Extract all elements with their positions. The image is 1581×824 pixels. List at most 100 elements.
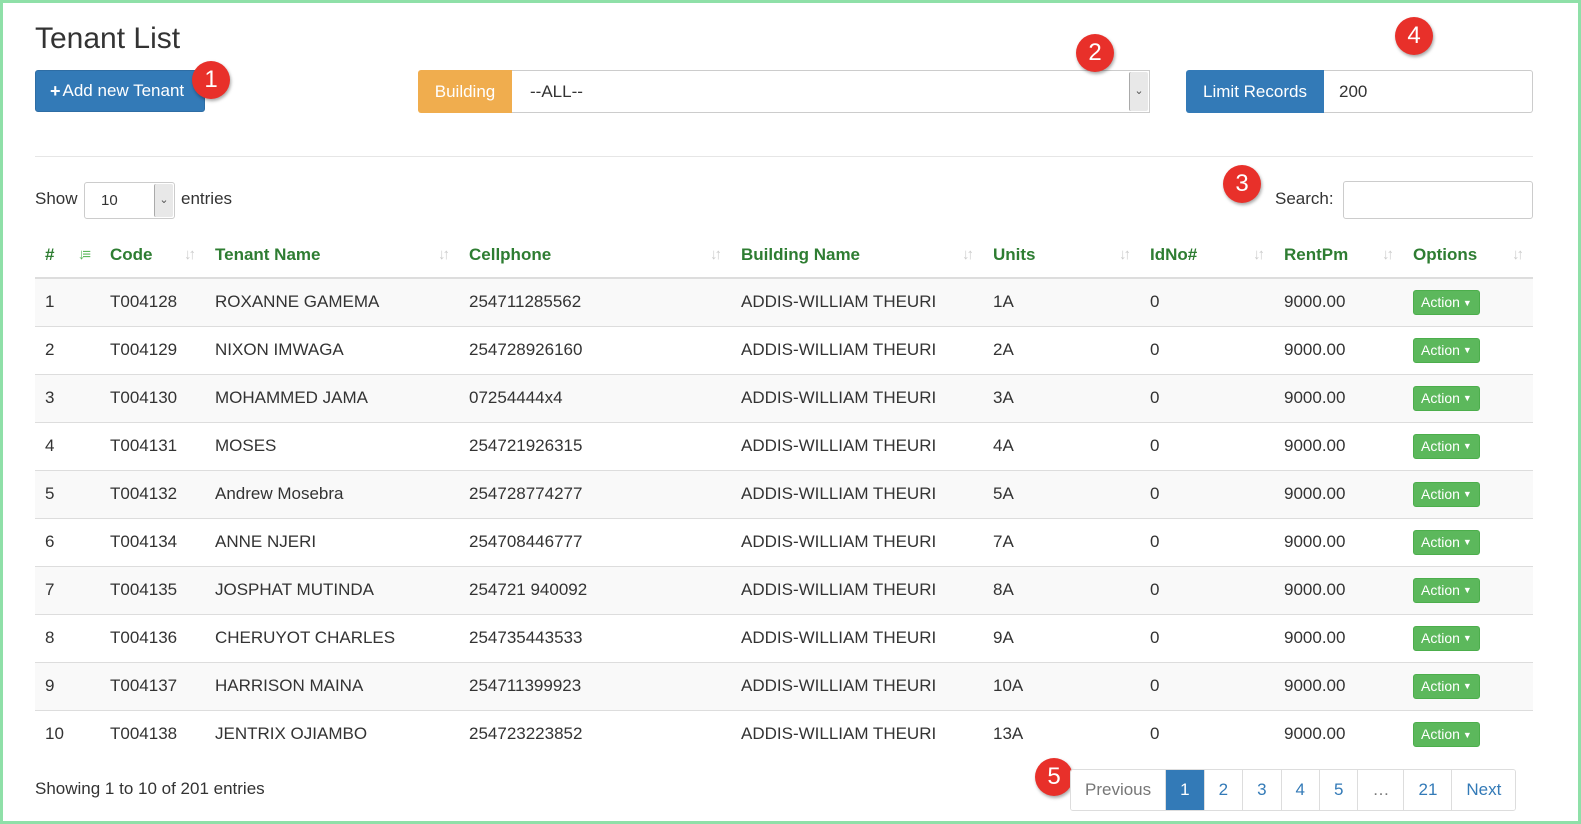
action-dropdown-button[interactable]: Action ▼ <box>1413 673 1480 699</box>
cell-number: 1 <box>35 277 100 326</box>
sort-icon: ↓↑ <box>710 246 722 263</box>
cell-number: 2 <box>35 325 100 374</box>
action-dropdown-button[interactable]: Action ▼ <box>1413 433 1480 459</box>
building-filter: Building --ALL-- ⌄ <box>418 70 1150 113</box>
add-tenant-button[interactable]: + Add new Tenant <box>35 70 205 112</box>
action-label: Action <box>1421 677 1460 694</box>
pagination-previous[interactable]: Previous <box>1071 770 1166 810</box>
chevron-down-icon[interactable]: ⌄ <box>154 184 173 217</box>
cell-options: Action ▼ <box>1403 709 1533 758</box>
cell-number: 3 <box>35 373 100 422</box>
column-header-idno[interactable]: IdNo# ↓↑ <box>1140 232 1274 279</box>
cell-options: Action ▼ <box>1403 421 1533 470</box>
cell-tenant-name: JOSPHAT MUTINDA <box>205 565 459 614</box>
column-header-cellphone[interactable]: Cellphone ↓↑ <box>459 232 731 279</box>
chevron-down-icon[interactable]: ⌄ <box>1129 72 1148 111</box>
cell-cellphone: 254728926160 <box>459 325 731 374</box>
cell-cellphone: 254721926315 <box>459 421 731 470</box>
cell-rentpm: 9000.00 <box>1274 613 1403 662</box>
pagination-page-1[interactable]: 1 <box>1165 770 1204 810</box>
column-header-number[interactable]: # ↓≡ <box>35 232 100 279</box>
table-row: 2 T004129 NIXON IMWAGA 254728926160 ADDIS-WI… <box>35 325 1533 374</box>
cell-code: T004135 <box>100 565 205 614</box>
cell-rentpm: 9000.00 <box>1274 373 1403 422</box>
action-dropdown-button[interactable]: Action ▼ <box>1413 481 1480 507</box>
action-label: Action <box>1421 389 1460 406</box>
column-header-building-name[interactable]: Building Name ↓↑ <box>731 232 983 279</box>
table-row: 4 T004131 MOSES 254721926315 ADDIS-WILLIAM T… <box>35 421 1533 470</box>
action-dropdown-button[interactable]: Action ▼ <box>1413 289 1480 315</box>
action-label: Action <box>1421 533 1460 550</box>
pagination-page-3[interactable]: 3 <box>1242 770 1281 810</box>
cell-tenant-name: Andrew Mosebra <box>205 469 459 518</box>
cell-tenant-name: ANNE NJERI <box>205 517 459 566</box>
entries-label: entries <box>181 189 233 208</box>
table-row: 6 T004134 ANNE NJERI 254708446777 ADDIS-WILL… <box>35 517 1533 566</box>
cell-rentpm: 9000.00 <box>1274 517 1403 566</box>
pagination-next[interactable]: Next <box>1451 770 1516 810</box>
action-dropdown-button[interactable]: Action ▼ <box>1413 385 1480 411</box>
sort-icon: ↓↑ <box>962 246 974 263</box>
pagination-ellipsis: … <box>1357 770 1404 810</box>
pagination-page-4[interactable]: 4 <box>1280 770 1320 810</box>
sort-asc-icon: ↓≡ <box>77 246 91 263</box>
cell-number: 5 <box>35 469 100 518</box>
cell-units: 8A <box>983 565 1140 614</box>
column-header-options[interactable]: Options ↓↑ <box>1403 232 1533 279</box>
action-dropdown-button[interactable]: Action ▼ <box>1413 721 1480 747</box>
cell-building-name: ADDIS-WILLIAM THEURI <box>731 517 983 566</box>
pagination-page-21[interactable]: 21 <box>1403 770 1452 810</box>
caret-down-icon: ▼ <box>1462 297 1472 308</box>
sort-icon: ↓↑ <box>1512 246 1524 263</box>
table-row: 10 T004138 JENTRIX OJIAMBO 254723223852 ADDI… <box>35 709 1533 758</box>
cell-code: T004132 <box>100 469 205 518</box>
action-dropdown-button[interactable]: Action ▼ <box>1413 625 1480 651</box>
cell-code: T004134 <box>100 517 205 566</box>
action-dropdown-button[interactable]: Action ▼ <box>1413 337 1480 363</box>
cell-units: 7A <box>983 517 1140 566</box>
pagination-page-2[interactable]: 2 <box>1203 770 1243 810</box>
action-label: Action <box>1421 629 1460 646</box>
cell-cellphone: 254735443533 <box>459 613 731 662</box>
cell-idno: 0 <box>1140 517 1274 566</box>
cell-tenant-name: MOHAMMED JAMA <box>205 373 459 422</box>
cell-number: 7 <box>35 565 100 614</box>
cell-tenant-name: MOSES <box>205 421 459 470</box>
cell-code: T004131 <box>100 421 205 470</box>
caret-down-icon: ▼ <box>1462 489 1472 500</box>
plus-icon: + <box>50 81 61 101</box>
column-header-units[interactable]: Units ↓↑ <box>983 232 1140 279</box>
cell-idno: 0 <box>1140 709 1274 758</box>
page-length-value: 10 <box>101 192 118 209</box>
caret-down-icon: ▼ <box>1462 393 1472 404</box>
table-header-row: # ↓≡ Code ↓↑ Tenant Name ↓↑ Cellphone ↓↑ Bui… <box>35 232 1533 279</box>
cell-options: Action ▼ <box>1403 565 1533 614</box>
cell-units: 5A <box>983 469 1140 518</box>
column-header-rentpm[interactable]: RentPm ↓↑ <box>1274 232 1403 279</box>
action-dropdown-button[interactable]: Action ▼ <box>1413 529 1480 555</box>
cell-number: 8 <box>35 613 100 662</box>
column-header-code[interactable]: Code ↓↑ <box>100 232 205 279</box>
page-length-select[interactable]: 10 ⌄ <box>84 182 175 219</box>
building-select[interactable]: --ALL-- ⌄ <box>512 70 1150 113</box>
search-input[interactable] <box>1343 181 1533 219</box>
limit-records-input[interactable]: 200 <box>1324 70 1533 113</box>
cell-tenant-name: HARRISON MAINA <box>205 661 459 710</box>
action-dropdown-button[interactable]: Action ▼ <box>1413 577 1480 603</box>
sort-icon: ↓↑ <box>1119 246 1131 263</box>
cell-number: 4 <box>35 421 100 470</box>
cell-cellphone: 07254444x4 <box>459 373 731 422</box>
caret-down-icon: ▼ <box>1462 729 1472 740</box>
table-row: 1 T004128 ROXANNE GAMEMA 254711285562 ADDIS-… <box>35 277 1533 326</box>
pagination-page-5[interactable]: 5 <box>1319 770 1358 810</box>
column-header-tenant-name[interactable]: Tenant Name ↓↑ <box>205 232 459 279</box>
cell-number: 6 <box>35 517 100 566</box>
cell-idno: 0 <box>1140 469 1274 518</box>
table-row: 8 T004136 CHERUYOT CHARLES 254735443533 ADDI… <box>35 613 1533 662</box>
cell-units: 9A <box>983 613 1140 662</box>
cell-rentpm: 9000.00 <box>1274 565 1403 614</box>
cell-tenant-name: ROXANNE GAMEMA <box>205 277 459 326</box>
cell-idno: 0 <box>1140 373 1274 422</box>
divider <box>35 156 1533 157</box>
limit-records-filter: Limit Records 200 <box>1186 70 1533 113</box>
